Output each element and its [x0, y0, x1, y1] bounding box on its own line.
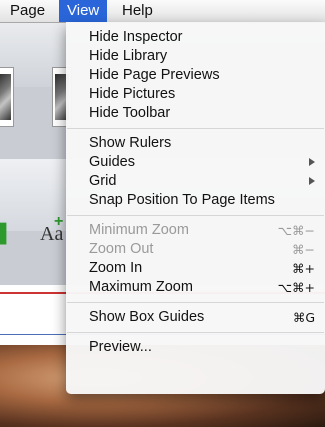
menu-item-hide-page-previews[interactable]: Hide Page Previews	[66, 66, 325, 85]
menu-item-hide-library[interactable]: Hide Library	[66, 47, 325, 66]
menu-item-hide-inspector[interactable]: Hide Inspector	[66, 28, 325, 47]
library-item-icon[interactable]: ▌	[0, 223, 13, 245]
menu-item-minimum-zoom: Minimum Zoom ⌥⌘−	[66, 221, 325, 240]
menu-item-label: Show Rulers	[89, 135, 172, 151]
menu-item-label: Hide Library	[89, 48, 168, 64]
thumbnail-image	[0, 74, 11, 120]
menu-item-maximum-zoom[interactable]: Maximum Zoom ⌥⌘+	[66, 278, 325, 297]
menu-item-show-box-guides[interactable]: Show Box Guides ⌘G	[66, 308, 325, 327]
submenu-arrow-icon	[309, 158, 315, 166]
keyboard-shortcut: ⌘+	[292, 261, 315, 276]
keyboard-shortcut: ⌥⌘+	[277, 280, 315, 295]
menu-item-label: Hide Toolbar	[89, 105, 171, 121]
menu-item-label: Hide Pictures	[89, 86, 176, 102]
menu-item-zoom-out: Zoom Out ⌘−	[66, 240, 325, 259]
menu-item-hide-pictures[interactable]: Hide Pictures	[66, 85, 325, 104]
menu-item-label: Preview...	[89, 339, 152, 355]
submenu-arrow-icon	[309, 177, 315, 185]
page-preview-thumbnail[interactable]	[0, 67, 14, 127]
keyboard-shortcut: ⌘G	[292, 310, 315, 325]
menu-separator	[67, 128, 324, 129]
menu-item-label: Grid	[89, 173, 117, 189]
menu-bar: Page View Help	[0, 0, 325, 23]
menu-item-grid[interactable]: Grid	[66, 172, 325, 191]
menu-item-label: Zoom In	[89, 260, 143, 276]
menu-item-label: Maximum Zoom	[89, 279, 193, 295]
menu-item-label: Minimum Zoom	[89, 222, 189, 238]
keyboard-shortcut: ⌥⌘−	[277, 223, 315, 238]
menu-item-label: Snap Position To Page Items	[89, 192, 275, 208]
menu-item-label: Hide Page Previews	[89, 67, 220, 83]
menu-page[interactable]: Page	[2, 0, 53, 22]
menu-view[interactable]: View	[59, 0, 108, 22]
menu-separator	[67, 332, 324, 333]
menu-separator	[67, 215, 324, 216]
menu-item-label: Guides	[89, 154, 135, 170]
menu-item-label: Show Box Guides	[89, 309, 205, 325]
menu-item-show-rulers[interactable]: Show Rulers	[66, 134, 325, 153]
keyboard-shortcut: ⌘−	[292, 242, 315, 257]
menu-separator	[67, 302, 324, 303]
view-menu-dropdown: Hide Inspector Hide Library Hide Page Prev…	[66, 22, 325, 394]
menu-item-hide-toolbar[interactable]: Hide Toolbar	[66, 104, 325, 123]
menu-item-label: Hide Inspector	[89, 29, 183, 45]
menu-item-guides[interactable]: Guides	[66, 153, 325, 172]
menu-help[interactable]: Help	[114, 0, 161, 22]
menu-item-zoom-in[interactable]: Zoom In ⌘+	[66, 259, 325, 278]
menu-item-label: Zoom Out	[89, 241, 154, 257]
menu-item-snap-position-to-page-items[interactable]: Snap Position To Page Items	[66, 191, 325, 210]
menu-item-preview[interactable]: Preview...	[66, 338, 325, 357]
